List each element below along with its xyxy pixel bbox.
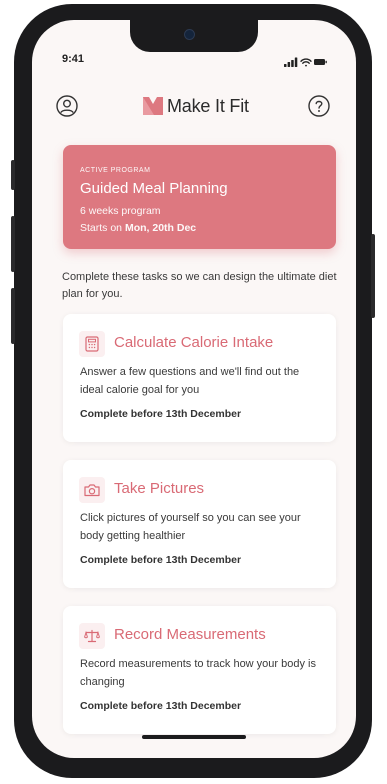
active-program-card[interactable]: ACTIVE PROGRAM Guided Meal Planning 6 we… [63, 145, 336, 249]
volume-down-button [11, 288, 15, 344]
task-due-date: Complete before 13th December [80, 408, 242, 420]
task-icon-box [79, 331, 105, 357]
volume-up-button [11, 216, 15, 272]
program-start: Starts on Mon, 20th Dec [80, 222, 196, 234]
task-due-date: Complete before 13th December [80, 554, 242, 566]
app-name: Make It Fit [167, 95, 249, 116]
task-description: Answer a few questions and we'll find ou… [80, 366, 300, 396]
profile-button[interactable] [56, 95, 78, 117]
program-start-date: Mon, 20th Dec [124, 222, 197, 234]
status-icons [284, 54, 328, 67]
task-card-record-measurements[interactable]: Record Measurements Record measurements … [63, 606, 336, 734]
program-duration: 6 weeks program [80, 205, 161, 217]
task-title: Calculate Calorie Intake [114, 334, 274, 351]
front-camera [184, 29, 195, 40]
task-description: Click pictures of yourself so you can se… [80, 512, 301, 542]
task-card-take-pictures[interactable]: Take Pictures Click pictures of yourself… [63, 460, 336, 588]
status-time: 9:41 [62, 53, 85, 65]
program-start-prefix: Starts on [80, 222, 125, 234]
intro-text: Complete these tasks so we can design th… [62, 271, 337, 300]
program-eyebrow: ACTIVE PROGRAM [80, 167, 151, 174]
wifi-icon [300, 58, 312, 67]
cellular-signal-icon [284, 57, 298, 67]
task-title: Record Measurements [114, 626, 266, 643]
stage: 9:41 Make It Fit ACTIVE PROGRAM Guided M… [0, 0, 387, 784]
calculator-icon [85, 336, 99, 352]
task-description: Record measurements to track how your bo… [80, 658, 316, 688]
app-logo: Make It Fit [142, 94, 249, 118]
program-title: Guided Meal Planning [80, 180, 228, 197]
logo-mark-icon [143, 97, 163, 115]
task-icon-box [79, 623, 105, 649]
battery-icon [314, 59, 327, 65]
help-button[interactable] [308, 95, 330, 117]
home-indicator[interactable] [142, 735, 246, 739]
user-icon [56, 95, 78, 117]
app-screen: 9:41 Make It Fit ACTIVE PROGRAM Guided M… [32, 20, 356, 758]
mute-switch [11, 160, 15, 190]
task-card-calorie-intake[interactable]: Calculate Calorie Intake Answer a few qu… [63, 314, 336, 442]
help-icon [308, 95, 330, 117]
task-icon-box [79, 477, 105, 503]
camera-icon [84, 484, 100, 497]
task-due-date: Complete before 13th December [80, 700, 242, 712]
power-button [371, 234, 375, 318]
task-title: Take Pictures [114, 480, 205, 497]
scale-icon [84, 629, 100, 643]
notch [130, 20, 258, 52]
